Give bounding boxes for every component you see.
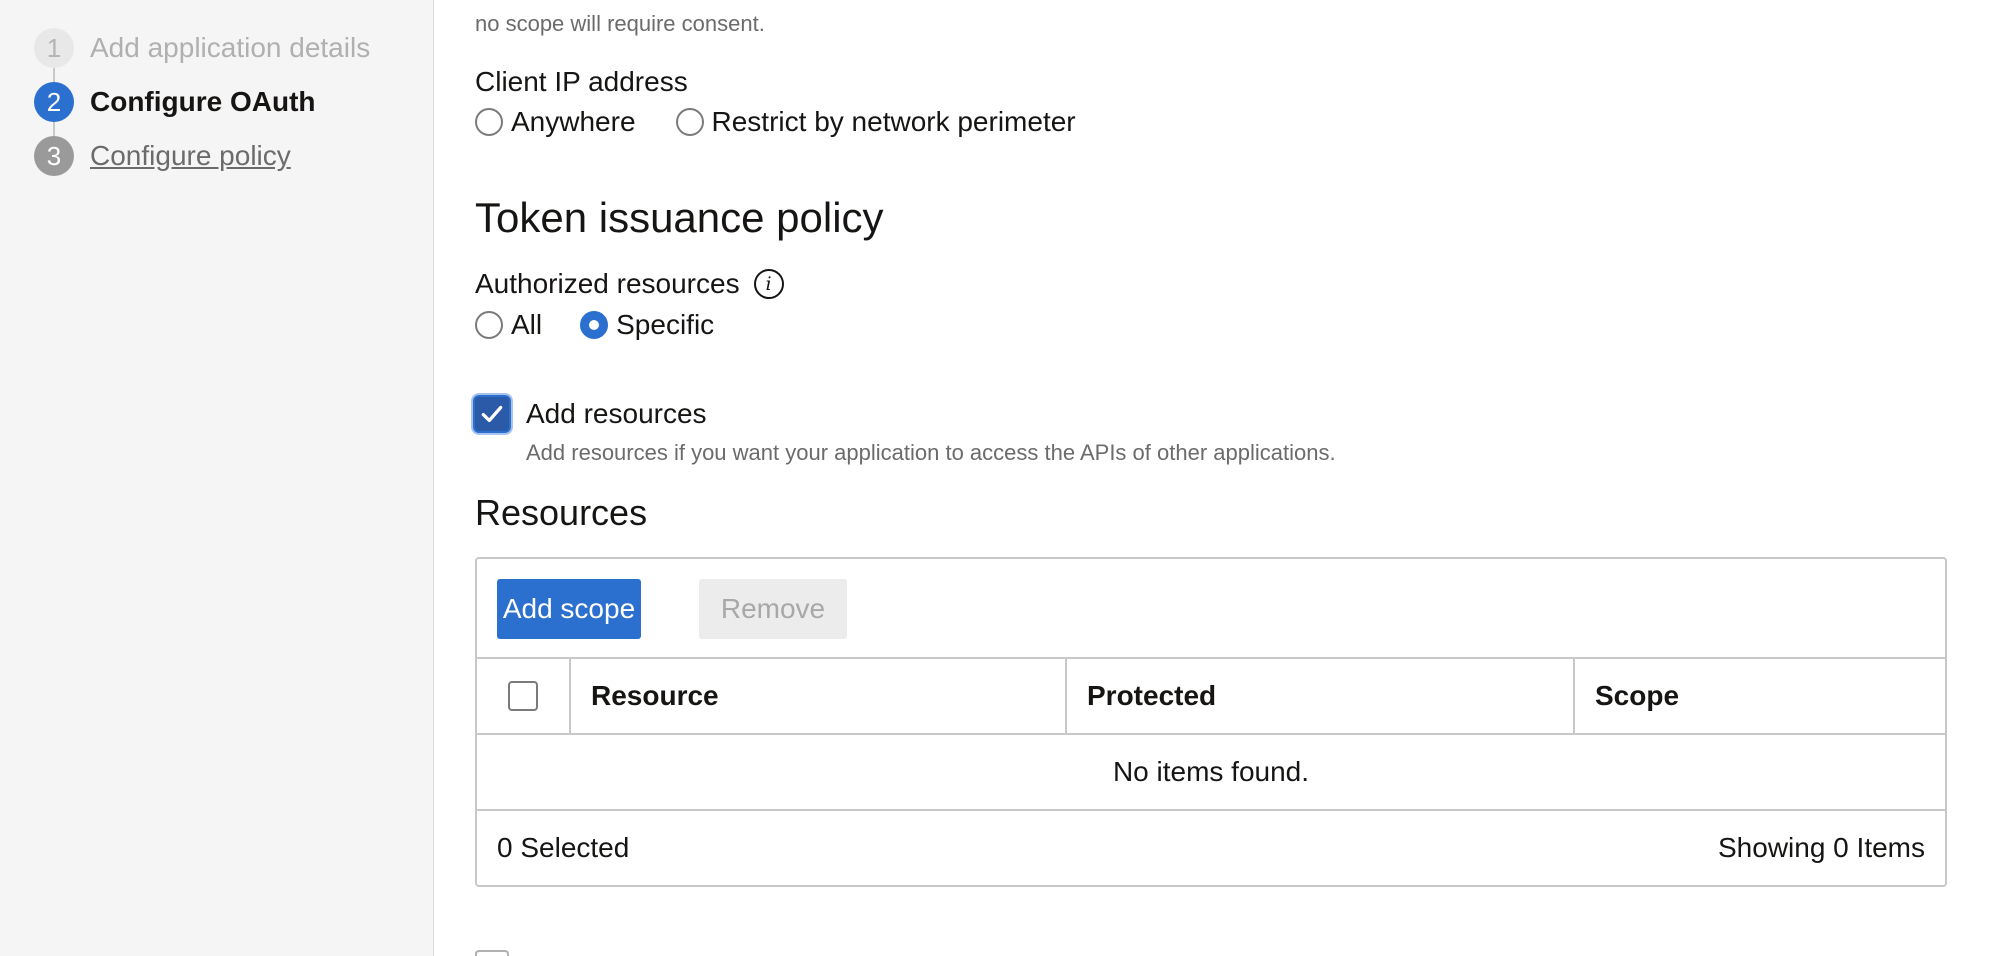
radio-button-selected[interactable] [580, 311, 609, 339]
scope-consent-note: no scope will require consent. [475, 11, 765, 36]
column-header-resource[interactable]: Resource [571, 659, 1067, 733]
step-link-configure-policy[interactable]: Configure policy [90, 140, 291, 172]
radio-label: All [511, 309, 543, 340]
radio-label: Anywhere [511, 106, 636, 137]
showing-count: Showing 0 Items [1718, 832, 1925, 863]
column-header-protected[interactable]: Protected [1067, 659, 1575, 733]
remove-button: Remove [699, 579, 847, 639]
resources-heading: Resources [475, 492, 648, 533]
add-resources-label: Add resources [526, 398, 707, 429]
step-connector [53, 68, 55, 82]
authorized-resources-label-row: Authorized resources i [475, 268, 784, 300]
step-number: 2 [34, 82, 74, 122]
authorized-resources-label: Authorized resources [475, 268, 740, 299]
client-ip-label: Client IP address [475, 66, 688, 97]
radio-restrict-network-perimeter[interactable]: Restrict by network perimeter [675, 106, 1076, 138]
resources-table: Add scope Remove Resource Protected Scop… [475, 557, 1947, 887]
radio-anywhere[interactable]: Anywhere [475, 106, 636, 138]
step-add-application-details: 1 Add application details [34, 28, 370, 68]
partial-checkbox[interactable] [475, 950, 509, 956]
token-issuance-heading: Token issuance policy [475, 194, 884, 241]
add-resources-help-text: Add resources if you want your applicati… [526, 440, 1336, 465]
step-label: Configure OAuth [90, 86, 316, 117]
selected-count: 0 Selected [497, 832, 630, 863]
checkmark-icon [481, 405, 503, 423]
radio-label: Specific [616, 309, 715, 340]
step-configure-policy[interactable]: 3 Configure policy [34, 136, 291, 176]
client-ip-radio-group: Anywhere Restrict by network perimeter [475, 106, 1076, 138]
step-label: Add application details [90, 32, 371, 63]
radio-button[interactable] [475, 311, 503, 339]
info-icon[interactable]: i [753, 269, 784, 299]
select-all-checkbox[interactable] [508, 681, 538, 711]
add-resources-checkbox[interactable] [473, 395, 511, 433]
step-number: 1 [34, 28, 74, 68]
table-header-row: Resource Protected Scope [477, 659, 1945, 735]
radio-all[interactable]: All [475, 309, 542, 341]
authorized-resources-radio-group: All Specific [475, 309, 714, 341]
wizard-sidebar: 1 Add application details 2 Configure OA… [0, 0, 434, 956]
table-footer: 0 Selected Showing 0 Items [477, 811, 1945, 885]
add-scope-button[interactable]: Add scope [497, 579, 641, 639]
radio-specific[interactable]: Specific [580, 309, 714, 341]
step-connector [53, 122, 55, 136]
radio-button[interactable] [675, 108, 704, 136]
step-number: 3 [34, 136, 74, 176]
radio-label: Restrict by network perimeter [711, 106, 1076, 137]
table-toolbar: Add scope Remove [477, 559, 1945, 659]
step-configure-oauth: 2 Configure OAuth [34, 82, 316, 122]
radio-button[interactable] [475, 108, 503, 136]
select-all-cell [477, 659, 571, 733]
column-header-scope[interactable]: Scope [1575, 659, 1945, 733]
empty-state-row: No items found. [477, 735, 1945, 811]
